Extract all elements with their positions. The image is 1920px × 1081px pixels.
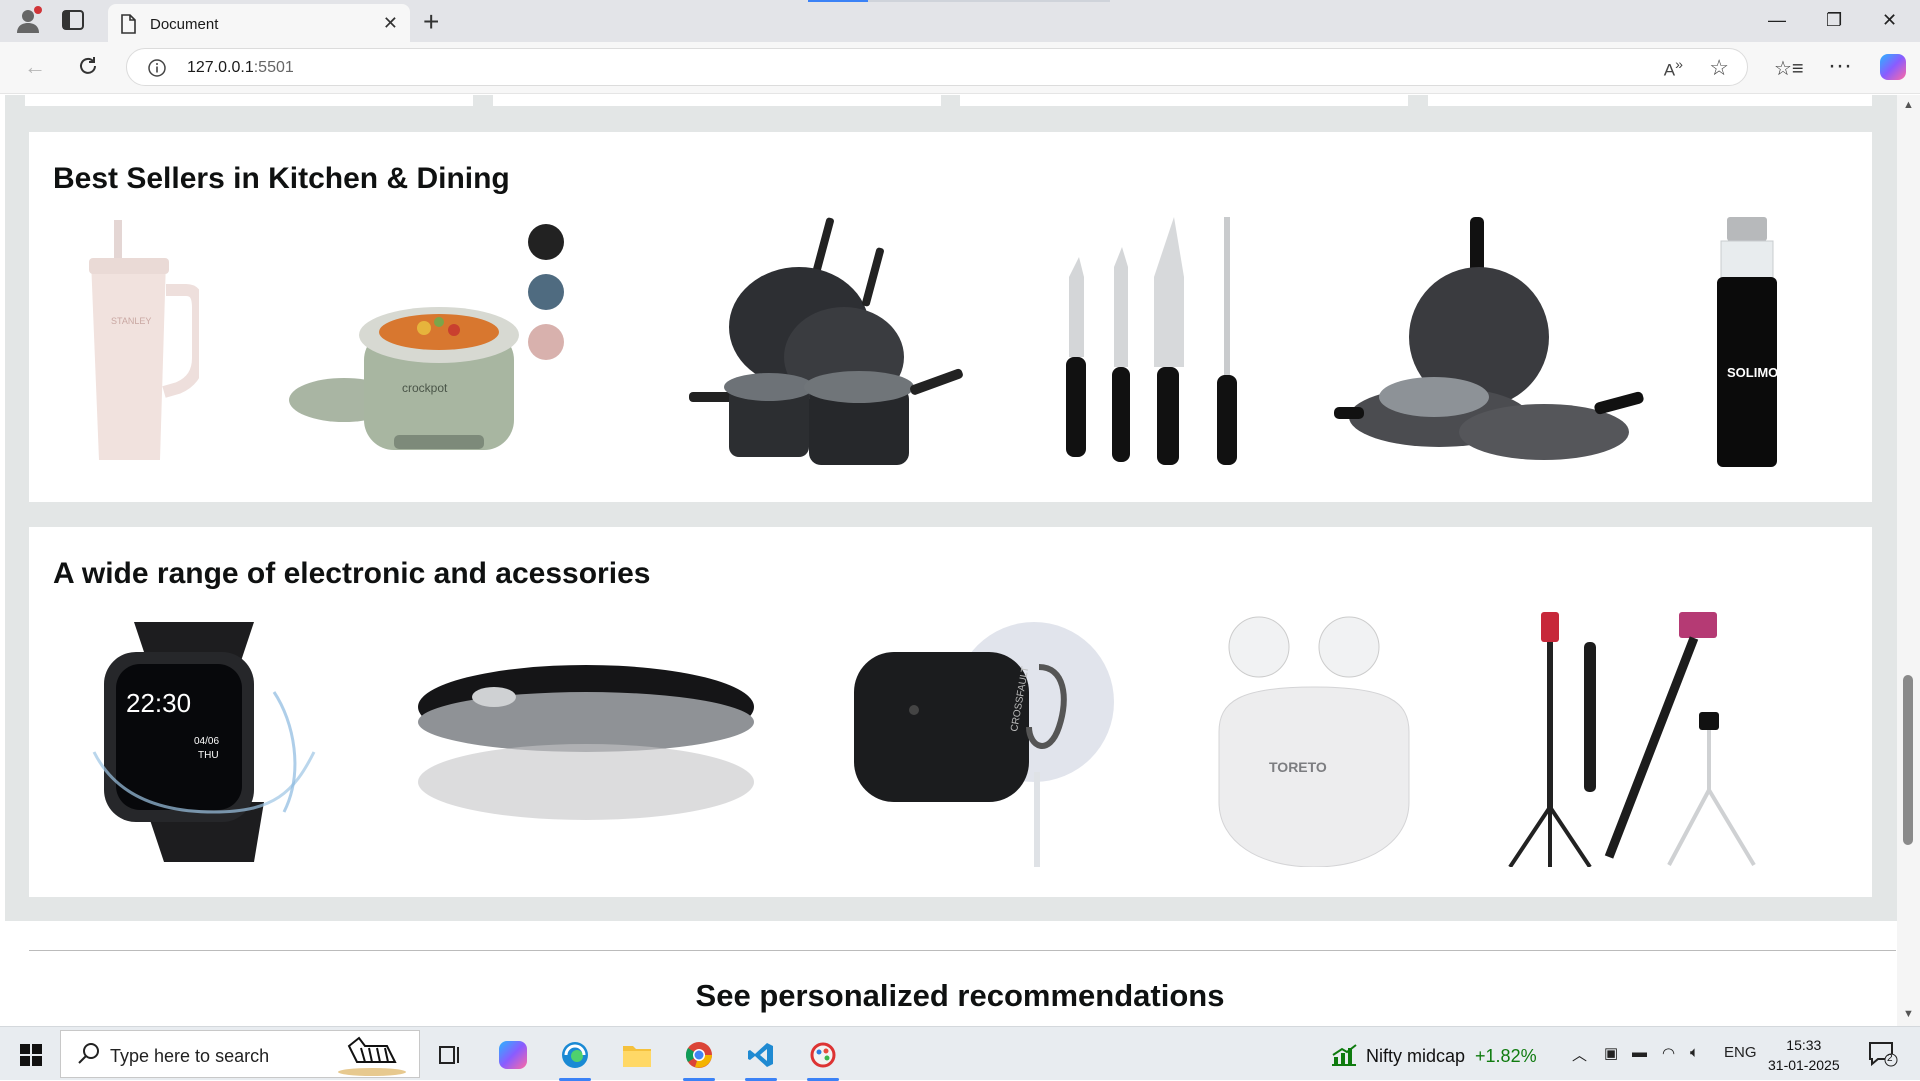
search-icon bbox=[77, 1042, 101, 1071]
product-glass-bottle[interactable]: SOLIMO bbox=[1699, 217, 1799, 472]
restore-button[interactable]: ❐ bbox=[1826, 10, 1842, 31]
product-wireless-mouse[interactable] bbox=[414, 662, 759, 822]
start-button[interactable] bbox=[20, 1044, 42, 1066]
search-placeholder: Type here to search bbox=[110, 1046, 270, 1066]
more-options-icon[interactable]: ··· bbox=[1828, 52, 1852, 80]
chrome-icon[interactable] bbox=[679, 1035, 719, 1081]
scrollbar-thumb[interactable] bbox=[1903, 675, 1913, 845]
taskbar-clock[interactable]: 15:33 31-01-2025 bbox=[1768, 1035, 1840, 1075]
notifications-icon[interactable]: 2 bbox=[1868, 1041, 1898, 1067]
loading-track bbox=[868, 0, 1110, 2]
scroll-down-arrow-icon[interactable]: ▼ bbox=[1903, 1008, 1914, 1020]
browser-tab-bar: Document ✕ + — ❐ ✕ bbox=[0, 0, 1920, 42]
url-text: 127.0.0.1:5501 bbox=[187, 59, 294, 76]
tab-title: Document bbox=[150, 16, 219, 33]
chart-up-icon bbox=[1332, 1044, 1357, 1066]
section-divider bbox=[29, 950, 1896, 951]
profile-avatar[interactable] bbox=[14, 6, 42, 34]
card-bottom bbox=[493, 95, 941, 106]
clock-time: 15:33 bbox=[1786, 1037, 1822, 1053]
kitchen-bestsellers-section: Best Sellers in Kitchen & Dining STANLEY… bbox=[29, 132, 1872, 502]
product-smartwatch[interactable]: 22:30 04/06 THU bbox=[74, 612, 334, 867]
show-hidden-icons-chevron-icon[interactable]: ︿ bbox=[1572, 1044, 1587, 1065]
product-earbuds[interactable]: TORETO bbox=[1199, 612, 1429, 868]
notification-count: 2 bbox=[1887, 1053, 1893, 1064]
favorite-star-icon[interactable]: ☆ bbox=[1709, 55, 1729, 81]
back-arrow-icon[interactable]: ← bbox=[24, 54, 46, 80]
clock-date: 31-01-2025 bbox=[1768, 1057, 1840, 1073]
windows-taskbar: Type here to search Nifty midcap +1.82% ︿… bbox=[0, 1026, 1920, 1081]
bottle-brand: SOLIMO bbox=[1727, 365, 1778, 380]
favorites-icon[interactable]: ☆≡ bbox=[1774, 56, 1804, 81]
section-title: A wide range of electronic and acessorie… bbox=[53, 557, 651, 590]
recommendations-heading: See personalized recommendations bbox=[695, 978, 1225, 1013]
address-bar[interactable]: 127.0.0.1:5501 A» ☆ bbox=[126, 48, 1748, 86]
edge-browser-icon[interactable] bbox=[555, 1035, 595, 1081]
ticker-change: +1.82% bbox=[1475, 1046, 1537, 1066]
wifi-icon[interactable]: ◠ bbox=[1662, 1044, 1675, 1062]
card-bottom bbox=[25, 95, 473, 106]
page-viewport: Best Sellers in Kitchen & Dining STANLEY… bbox=[0, 95, 1920, 1026]
product-airpods-case[interactable]: CROSSFAULT bbox=[849, 612, 1149, 867]
card-bottom bbox=[1428, 95, 1872, 106]
stock-ticker[interactable]: Nifty midcap +1.82% bbox=[1330, 1043, 1537, 1067]
ticker-name: Nifty midcap bbox=[1366, 1046, 1466, 1066]
watch-date: 04/06 bbox=[194, 736, 219, 747]
reload-icon[interactable] bbox=[76, 54, 100, 83]
tab-document[interactable]: Document ✕ bbox=[108, 4, 410, 42]
copilot-taskbar-icon[interactable] bbox=[493, 1035, 533, 1075]
section-title: Best Sellers in Kitchen & Dining bbox=[53, 162, 510, 195]
profile-badge bbox=[34, 6, 42, 14]
minimize-button[interactable]: — bbox=[1768, 10, 1786, 31]
read-aloud-icon[interactable]: A» bbox=[1664, 57, 1683, 81]
vscode-icon[interactable] bbox=[741, 1035, 781, 1081]
battery-icon[interactable]: ▬ bbox=[1632, 1044, 1647, 1061]
paint-app-icon[interactable] bbox=[803, 1035, 843, 1081]
close-window-button[interactable]: ✕ bbox=[1882, 10, 1897, 31]
address-toolbar: ← 127.0.0.1:5501 A» ☆ ☆≡ ··· bbox=[0, 42, 1920, 94]
file-explorer-icon[interactable] bbox=[617, 1035, 657, 1075]
copilot-icon[interactable] bbox=[1880, 54, 1906, 80]
product-wok-pan-set[interactable] bbox=[1334, 217, 1644, 472]
new-tab-button[interactable]: + bbox=[423, 6, 439, 38]
zebra-illustration-icon bbox=[337, 1034, 407, 1076]
product-crock-pot[interactable]: crockpot bbox=[284, 220, 604, 475]
task-view-icon[interactable] bbox=[430, 1035, 470, 1075]
watch-time: 22:30 bbox=[126, 688, 191, 718]
volume-icon[interactable]: 🔈︎ bbox=[1690, 1044, 1699, 1061]
site-info-icon[interactable] bbox=[147, 58, 167, 83]
crockpot-brand: crockpot bbox=[402, 381, 448, 395]
meet-now-icon[interactable]: ▣ bbox=[1604, 1044, 1618, 1062]
scroll-up-arrow-icon[interactable]: ▲ bbox=[1903, 99, 1914, 111]
close-tab-icon[interactable]: ✕ bbox=[383, 13, 398, 34]
watch-day: THU bbox=[198, 750, 219, 761]
tab-actions-icon[interactable] bbox=[62, 10, 86, 32]
tumbler-brand: STANLEY bbox=[111, 316, 151, 326]
page-scrollbar[interactable]: ▲ ▼ bbox=[1897, 95, 1920, 1026]
product-selfie-tripod[interactable] bbox=[1499, 612, 1799, 869]
product-cookware-set[interactable] bbox=[669, 217, 969, 472]
page-icon bbox=[120, 14, 136, 39]
loading-indicator bbox=[808, 0, 868, 2]
product-tumbler[interactable]: STANLEY bbox=[69, 220, 204, 470]
taskbar-search-box[interactable]: Type here to search bbox=[60, 1030, 420, 1078]
product-knife-set[interactable] bbox=[1029, 217, 1269, 472]
language-indicator[interactable]: ENG bbox=[1724, 1044, 1757, 1061]
electronics-section: A wide range of electronic and acessorie… bbox=[29, 527, 1872, 897]
card-bottom bbox=[960, 95, 1408, 106]
earbuds-brand: TORETO bbox=[1269, 759, 1327, 775]
